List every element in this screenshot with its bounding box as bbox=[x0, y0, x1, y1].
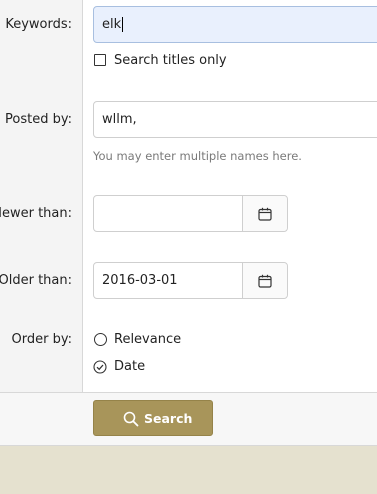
titles-only-checkbox[interactable] bbox=[94, 54, 106, 66]
calendar-icon bbox=[258, 207, 272, 221]
date-label[interactable]: Date bbox=[114, 359, 145, 374]
check-circle-icon bbox=[93, 360, 107, 374]
newer-than-date-field bbox=[93, 195, 288, 232]
search-icon bbox=[123, 411, 139, 427]
older-than-label: Older than: bbox=[0, 273, 72, 288]
search-button-label: Search bbox=[144, 411, 193, 426]
posted-by-label: Posted by: bbox=[5, 112, 72, 127]
text-cursor bbox=[122, 17, 124, 32]
relevance-radio[interactable] bbox=[94, 333, 107, 346]
older-than-input[interactable]: 2016-03-01 bbox=[94, 263, 252, 298]
older-than-calendar-button[interactable] bbox=[242, 263, 287, 298]
newer-than-calendar-button[interactable] bbox=[242, 196, 287, 231]
posted-by-hint: You may enter multiple names here. bbox=[93, 149, 302, 163]
date-radio[interactable] bbox=[93, 359, 107, 374]
order-by-label: Order by: bbox=[11, 332, 72, 347]
newer-than-input[interactable] bbox=[94, 196, 252, 231]
keywords-value: elk bbox=[102, 17, 122, 32]
posted-by-input[interactable]: wllm, bbox=[93, 101, 377, 138]
keywords-input[interactable]: elk bbox=[93, 6, 377, 43]
older-than-date-field: 2016-03-01 bbox=[93, 262, 288, 299]
search-form: Keywords: elk Search titles only Posted … bbox=[0, 0, 377, 392]
form-actions: Search bbox=[0, 393, 377, 446]
search-button[interactable]: Search bbox=[93, 400, 213, 436]
keywords-label: Keywords: bbox=[5, 17, 72, 32]
relevance-label[interactable]: Relevance bbox=[114, 332, 181, 347]
posted-by-value: wllm, bbox=[102, 112, 137, 127]
calendar-icon bbox=[258, 274, 272, 288]
titles-only-label[interactable]: Search titles only bbox=[114, 53, 227, 68]
newer-than-label: Newer than: bbox=[0, 206, 72, 221]
